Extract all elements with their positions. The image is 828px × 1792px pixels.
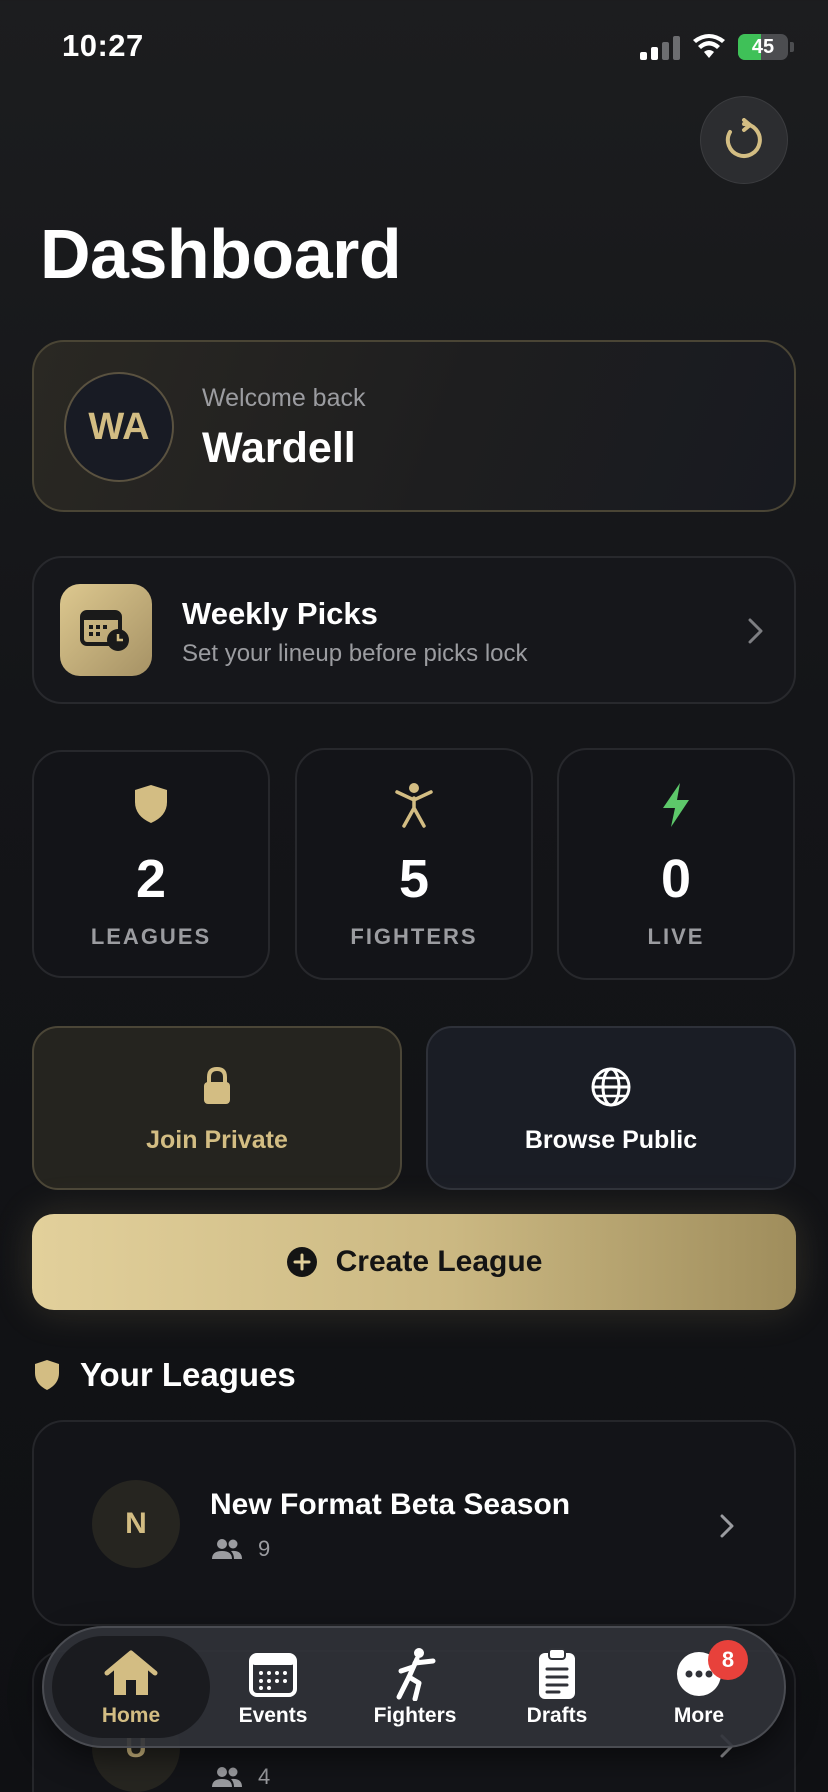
people-icon — [212, 1539, 242, 1559]
section-title: Your Leagues — [80, 1356, 296, 1393]
tab-more[interactable]: More 8 — [628, 1628, 770, 1746]
clipboard-icon — [539, 1648, 575, 1699]
your-leagues-header: Your Leagues — [34, 1356, 296, 1394]
stat-value: 0 — [660, 849, 692, 909]
stat-label: LIVE — [647, 924, 705, 949]
battery-icon: 45 — [738, 34, 788, 60]
stat-value: 5 — [398, 849, 430, 909]
home-icon — [104, 1650, 158, 1695]
refresh-icon — [725, 118, 762, 158]
tab-label: Drafts — [526, 1704, 588, 1727]
tab-label: Fighters — [373, 1704, 457, 1727]
notification-badge: 8 — [708, 1640, 748, 1680]
join-private-button[interactable]: Join Private — [32, 1026, 402, 1190]
league-name: New Format Beta Season — [210, 1488, 571, 1521]
lock-icon — [204, 1066, 230, 1104]
stat-card-leagues[interactable]: 2 LEAGUES — [32, 750, 270, 978]
browse-public-button[interactable]: Browse Public — [426, 1026, 796, 1190]
create-league-button[interactable]: Create League — [32, 1214, 796, 1310]
status-time: 10:27 — [62, 28, 144, 63]
shield-icon — [135, 785, 167, 823]
league-members: 4 — [212, 1764, 270, 1790]
bolt-icon — [663, 783, 689, 827]
stat-card-live[interactable]: 0 LIVE — [557, 748, 795, 980]
weekly-picks-subtitle: Set your lineup before picks lock — [182, 640, 528, 667]
wifi-icon — [693, 34, 725, 58]
calendar-clock-icon — [60, 584, 152, 676]
league-avatar: N — [92, 1480, 180, 1568]
plus-circle-icon — [286, 1247, 317, 1277]
weekly-picks-card[interactable]: Weekly Picks Set your lineup before pick… — [32, 556, 796, 704]
tab-drafts[interactable]: Drafts — [486, 1628, 628, 1746]
chevron-right-icon — [748, 618, 763, 644]
browse-public-label: Browse Public — [524, 1126, 698, 1154]
tab-home[interactable]: Home — [60, 1628, 202, 1746]
calendar-icon — [249, 1653, 297, 1697]
stat-value: 2 — [135, 849, 167, 909]
welcome-card: WA Welcome back Wardell — [32, 340, 796, 512]
tab-label: Home — [101, 1704, 161, 1727]
join-private-label: Join Private — [146, 1126, 288, 1154]
globe-icon — [591, 1067, 631, 1107]
status-icons: 45 — [640, 34, 794, 60]
people-icon — [212, 1767, 242, 1787]
tab-fighters[interactable]: Fighters — [344, 1628, 486, 1746]
weekly-picks-title: Weekly Picks — [182, 596, 378, 631]
tab-bar: Home Events Fighters Drafts More 8 — [42, 1626, 786, 1748]
league-card[interactable]: N New Format Beta Season 9 — [32, 1420, 796, 1626]
chevron-right-icon — [720, 1514, 734, 1538]
page-title: Dashboard — [40, 215, 402, 293]
league-members: 9 — [212, 1536, 270, 1562]
fighter-icon — [396, 1648, 436, 1701]
signal-icon — [640, 34, 680, 60]
refresh-button[interactable] — [700, 96, 788, 184]
avatar: WA — [64, 372, 174, 482]
person-icon — [395, 783, 433, 828]
create-league-label: Create League — [335, 1245, 543, 1278]
tab-events[interactable]: Events — [202, 1628, 344, 1746]
stat-label: LEAGUES — [90, 924, 212, 949]
battery-level: 45 — [751, 35, 775, 58]
stat-card-fighters[interactable]: 5 FIGHTERS — [295, 748, 533, 980]
shield-icon — [35, 1360, 59, 1390]
tab-label: More — [673, 1704, 725, 1727]
stat-label: FIGHTERS — [350, 924, 478, 949]
tab-label: Events — [238, 1704, 308, 1727]
welcome-label: Welcome back — [202, 384, 366, 412]
battery-tip — [790, 42, 794, 52]
member-count: 9 — [258, 1536, 271, 1561]
member-count: 4 — [258, 1764, 271, 1789]
user-name: Wardell — [202, 424, 356, 472]
